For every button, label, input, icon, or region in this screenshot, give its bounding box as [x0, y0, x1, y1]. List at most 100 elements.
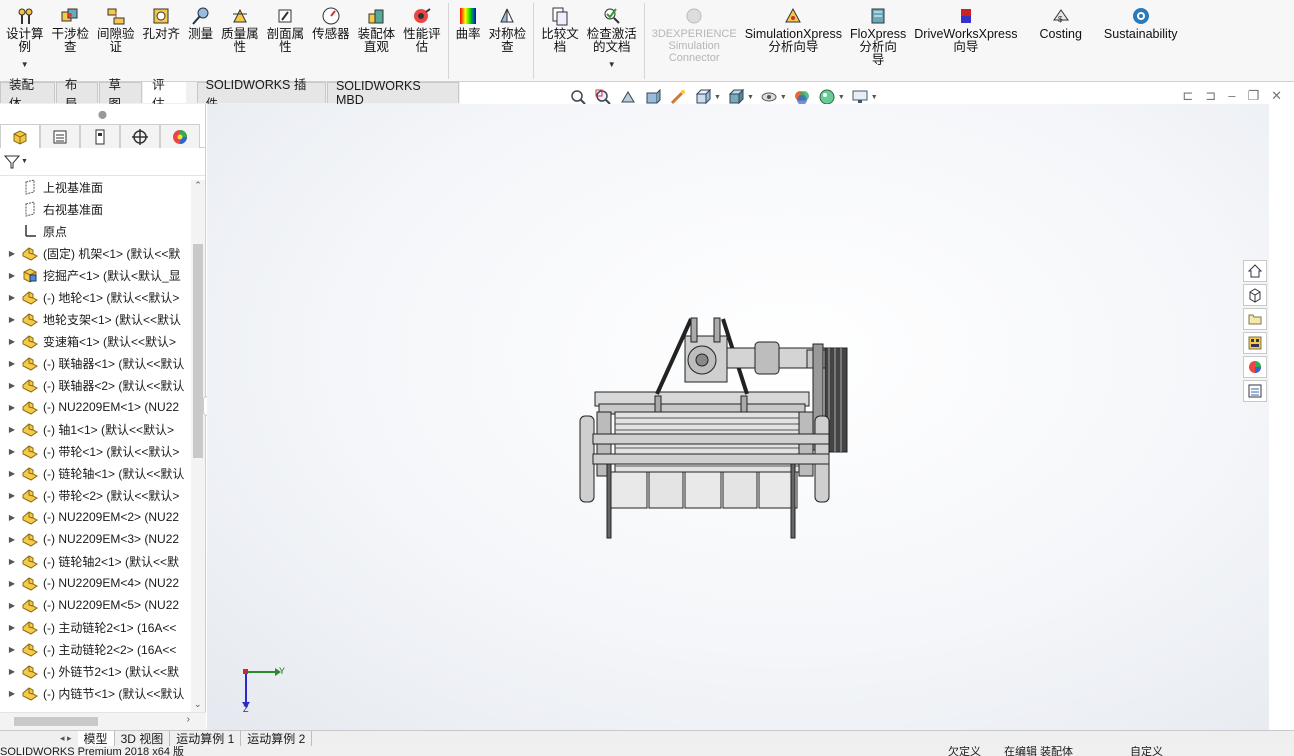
filter-icon[interactable]	[4, 154, 20, 170]
expand-arrow-icon[interactable]: ▶	[0, 425, 20, 434]
expand-arrow-icon[interactable]: ▶	[0, 579, 20, 588]
expand-arrow-icon[interactable]: ▶	[0, 249, 20, 258]
bottom-tab-1[interactable]: 3D 视图	[115, 730, 171, 747]
tree-item[interactable]: ▶ (-) 主动链轮2<1> (16A<<	[0, 616, 205, 638]
graphics-viewport[interactable]: Y Z	[207, 104, 1269, 730]
tree-scroll-thumb[interactable]	[193, 244, 203, 458]
ribbon-button-design-study[interactable]: 设计算 例 ▼	[0, 0, 48, 71]
tree-item[interactable]: ▶ (-) NU2209EM<2> (NU22	[0, 506, 205, 528]
tab-3[interactable]: 评估	[143, 78, 186, 111]
expand-arrow-icon[interactable]: ▶	[0, 645, 20, 654]
tree-item[interactable]: ▶ (-) 主动链轮2<2> (16A<<	[0, 638, 205, 660]
tree-hscroll-thumb[interactable]	[14, 717, 98, 726]
ribbon-button-assembly-visualization[interactable]: 装配体 直观	[354, 0, 400, 54]
expand-arrow-icon[interactable]: ▶	[0, 667, 20, 676]
expand-arrow-icon[interactable]: ▶	[0, 315, 20, 324]
ribbon-button-performance[interactable]: 性能评 估	[399, 0, 445, 54]
tab-5[interactable]: SOLIDWORKS MBD	[326, 79, 459, 107]
tree-item[interactable]: ▶ (-) 带轮<1> (默认<<默认>	[0, 440, 205, 462]
chevron-down-icon[interactable]: ▼	[714, 94, 721, 101]
tab-2[interactable]: 草图	[99, 78, 143, 111]
minimize-icon[interactable]: –	[1228, 88, 1235, 104]
tree-item[interactable]: ▶ 地轮支架<1> (默认<<默认	[0, 308, 205, 330]
tree-item[interactable]: 右视基准面	[0, 198, 205, 220]
bottom-tab-3[interactable]: 运动算例 2	[241, 730, 313, 747]
panel-grip-icon[interactable]: ⬤	[0, 104, 205, 124]
chevron-down-icon[interactable]: ▼	[871, 94, 878, 101]
scroll-down-icon[interactable]: ⌄	[194, 699, 202, 710]
chevron-down-icon[interactable]: ▼	[780, 94, 787, 101]
tab-4[interactable]: SOLIDWORKS 插件	[196, 78, 326, 111]
expand-arrow-icon[interactable]: ▶	[0, 359, 20, 368]
ribbon-button-clearance[interactable]: 间隙验 证	[93, 0, 139, 54]
ribbon-button-symmetry[interactable]: 对称检 查	[485, 0, 531, 54]
dimxpert-tab-icon[interactable]	[120, 124, 160, 148]
tree-item[interactable]: 上视基准面	[0, 176, 205, 198]
tree-item[interactable]: ▶ (-) NU2209EM<1> (NU22	[0, 396, 205, 418]
tree-item[interactable]: ▶ 变速箱<1> (默认<<默认>	[0, 330, 205, 352]
expand-arrow-icon[interactable]: ▶	[0, 337, 20, 346]
tree-item[interactable]: ▶ (-) NU2209EM<5> (NU22	[0, 594, 205, 616]
expand-arrow-icon[interactable]: ▶	[0, 623, 20, 632]
restore-icon[interactable]: ❐	[1247, 88, 1259, 104]
expand-arrow-icon[interactable]: ▶	[0, 403, 20, 412]
ribbon-button-costing[interactable]: $ Costing	[1036, 0, 1086, 41]
property-manager-tab-icon[interactable]	[40, 124, 80, 148]
tree-item[interactable]: ▶ (-) 联轴器<1> (默认<<默认	[0, 352, 205, 374]
scroll-up-icon[interactable]: ⌃	[191, 180, 205, 191]
tree-item[interactable]: 原点	[0, 220, 205, 242]
expand-arrow-icon[interactable]: ▶	[0, 535, 20, 544]
chevron-down-icon[interactable]: ▼	[21, 58, 29, 71]
ribbon-button-curvature[interactable]: 曲率	[452, 0, 485, 41]
feature-tree-tab-icon[interactable]	[0, 124, 40, 148]
ribbon-button-mass-properties[interactable]: 质量属 性	[217, 0, 263, 54]
chevron-down-icon[interactable]: ▼	[608, 58, 616, 71]
tree-item[interactable]: ▶ (固定) 机架<1> (默认<<默	[0, 242, 205, 264]
tree-vertical-scrollbar[interactable]: ⌃ ⌄	[191, 180, 205, 712]
expand-arrow-icon[interactable]: ▶	[0, 557, 20, 566]
tree-item[interactable]: ▶ (-) 联轴器<2> (默认<<默认	[0, 374, 205, 396]
tile-left-icon[interactable]: ⊏	[1182, 88, 1193, 104]
expand-arrow-icon[interactable]: ▶	[0, 447, 20, 456]
expand-arrow-icon[interactable]: ▶	[0, 293, 20, 302]
tree-item[interactable]: ▶ (-) 轴1<1> (默认<<默认>	[0, 418, 205, 440]
expand-arrow-icon[interactable]: ▶	[0, 513, 20, 522]
expand-arrow-icon[interactable]: ▶	[0, 689, 20, 698]
appearances-icon[interactable]	[1243, 356, 1267, 378]
tile-right-icon[interactable]: ⊐	[1205, 88, 1216, 104]
ribbon-button-driveworks[interactable]: DriveWorksXpress 向导	[910, 0, 1021, 54]
expand-arrow-icon[interactable]: ▶	[0, 381, 20, 390]
tree-item[interactable]: ▶ (-) 链轮轴2<1> (默认<<默	[0, 550, 205, 572]
ribbon-button-check-active[interactable]: 检查激活 的文档 ▼	[583, 0, 641, 71]
ribbon-button-simxpress[interactable]: SimulationXpress 分析向导	[741, 0, 846, 54]
tab-0[interactable]: 装配体	[0, 78, 55, 111]
view-palette-icon[interactable]	[1243, 332, 1267, 354]
tab-1[interactable]: 布局	[55, 78, 99, 111]
expand-arrow-icon[interactable]: ▶	[0, 271, 20, 280]
bottom-tab-2[interactable]: 运动算例 1	[170, 730, 242, 747]
tab-nav-icon[interactable]: ◂ ▸	[0, 733, 78, 744]
close-icon[interactable]: ✕	[1271, 88, 1282, 104]
scroll-right-icon[interactable]: ›	[187, 714, 190, 725]
tree-item[interactable]: ▶ (-) 地轮<1> (默认<<默认>	[0, 286, 205, 308]
assembly-model[interactable]	[207, 104, 1269, 730]
tree-item[interactable]: ▶ (-) 内链节<1> (默认<<默认	[0, 682, 205, 704]
tree-item[interactable]: ▶ (-) NU2209EM<3> (NU22	[0, 528, 205, 550]
bottom-tab-0[interactable]: 模型	[77, 730, 115, 747]
tree-item[interactable]: ▶ (-) 链轮轴<1> (默认<<默认	[0, 462, 205, 484]
ribbon-button-interference[interactable]: 干涉检 查	[48, 0, 94, 54]
ribbon-button-hole-align[interactable]: 孔对齐	[139, 0, 185, 41]
ribbon-button-section-properties[interactable]: 剖面属 性	[263, 0, 309, 54]
ribbon-button-sensor[interactable]: 传感器	[308, 0, 354, 41]
file-explorer-icon[interactable]	[1243, 308, 1267, 330]
chevron-down-icon[interactable]: ▼	[747, 94, 754, 101]
tree-item[interactable]: ▶ (-) 带轮<2> (默认<<默认>	[0, 484, 205, 506]
tree-item[interactable]: ▶ 挖掘产<1> (默认<默认_显	[0, 264, 205, 286]
ribbon-button-measure[interactable]: 测量	[184, 0, 217, 41]
display-manager-tab-icon[interactable]	[160, 124, 200, 148]
tree-horizontal-scrollbar[interactable]: ›	[0, 712, 206, 730]
expand-arrow-icon[interactable]: ▶	[0, 601, 20, 610]
configuration-manager-tab-icon[interactable]	[80, 124, 120, 148]
ribbon-button-compare-docs[interactable]: 比较文 档	[537, 0, 583, 54]
chevron-down-icon[interactable]: ▼	[21, 158, 28, 165]
